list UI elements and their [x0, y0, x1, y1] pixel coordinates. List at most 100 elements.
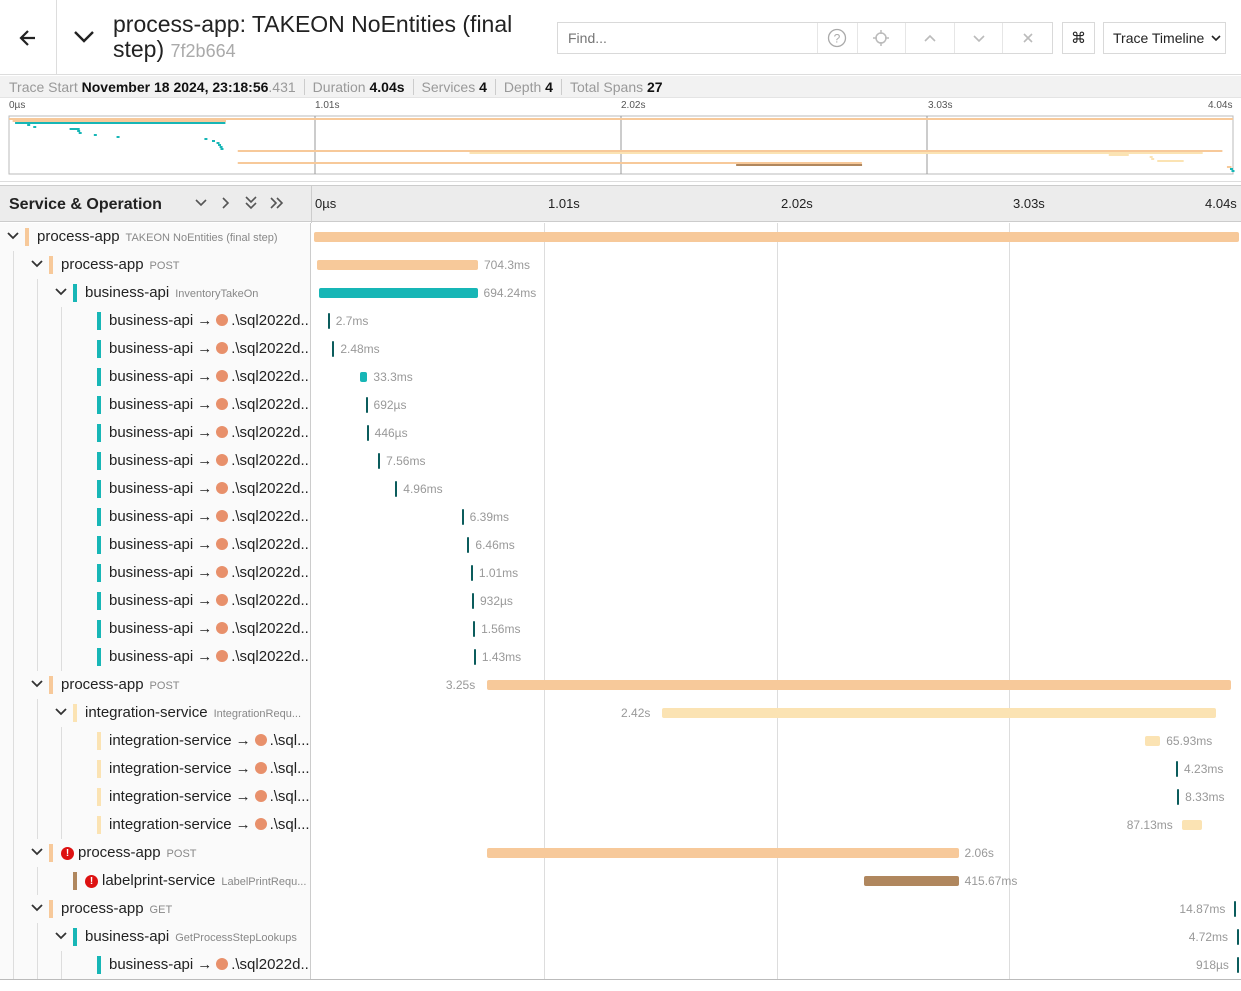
span-row[interactable]: business-api → .\sql2022d... 6.46ms: [0, 531, 1241, 559]
span-row[interactable]: business-api → .\sql2022d... 446µs: [0, 419, 1241, 447]
span-timeline-cell[interactable]: 446µs: [312, 419, 1241, 447]
span-bar[interactable]: [1181, 820, 1202, 830]
chevron-down-icon[interactable]: [30, 901, 44, 915]
chevron-down-icon[interactable]: [30, 257, 44, 271]
span-timeline-cell[interactable]: 918µs: [312, 951, 1241, 979]
span-row[interactable]: process-app TAKEON NoEntities (final step…: [0, 223, 1241, 251]
span-name-cell[interactable]: business-api → .\sql2022d...: [0, 419, 311, 447]
chevron-down-icon[interactable]: [54, 285, 68, 299]
span-name-cell[interactable]: integration-service → .\sql...: [0, 727, 311, 755]
span-name-cell[interactable]: ! labelprint-service LabelPrintRequ...: [0, 867, 311, 895]
span-bar[interactable]: [467, 537, 470, 553]
chevron-down-icon[interactable]: [30, 677, 44, 691]
span-timeline-cell[interactable]: 932µs: [312, 587, 1241, 615]
span-row[interactable]: business-api → .\sql2022d... 1.43ms: [0, 643, 1241, 671]
span-name-cell[interactable]: process-app TAKEON NoEntities (final step…: [0, 223, 311, 251]
span-row[interactable]: business-api → .\sql2022d... 918µs: [0, 951, 1241, 979]
span-name-cell[interactable]: business-api InventoryTakeOn: [0, 279, 311, 307]
span-bar[interactable]: [486, 680, 1231, 690]
span-timeline-cell[interactable]: 6.39ms: [312, 503, 1241, 531]
span-timeline-cell[interactable]: 2.7ms: [312, 307, 1241, 335]
span-timeline-cell[interactable]: 7.56ms: [312, 447, 1241, 475]
span-bar[interactable]: [327, 313, 330, 329]
span-row[interactable]: business-api GetProcessStepLookups 4.72ms: [0, 923, 1241, 951]
column-divider[interactable]: [311, 186, 312, 223]
span-toggle[interactable]: [6, 229, 20, 243]
span-name-cell[interactable]: business-api → .\sql2022d...: [0, 475, 311, 503]
collapse-all-icon[interactable]: [244, 195, 258, 211]
span-name-cell[interactable]: business-api → .\sql2022d...: [0, 363, 311, 391]
span-row[interactable]: business-api → .\sql2022d... 1.56ms: [0, 615, 1241, 643]
span-name-cell[interactable]: business-api → .\sql2022d...: [0, 447, 311, 475]
span-bar[interactable]: [662, 708, 1217, 718]
span-name-cell[interactable]: integration-service → .\sql...: [0, 783, 311, 811]
span-bar[interactable]: [366, 425, 369, 441]
span-row[interactable]: business-api → .\sql2022d... 33.3ms: [0, 363, 1241, 391]
span-timeline-cell[interactable]: 8.33ms: [312, 783, 1241, 811]
span-bar[interactable]: [1176, 761, 1179, 777]
span-bar[interactable]: [318, 288, 478, 298]
chevron-down-icon[interactable]: [30, 845, 44, 859]
find-input[interactable]: [558, 23, 818, 53]
span-row[interactable]: process-app POST 704.3ms: [0, 251, 1241, 279]
span-name-cell[interactable]: business-api → .\sql2022d...: [0, 587, 311, 615]
span-row[interactable]: process-app POST 3.25s: [0, 671, 1241, 699]
span-name-cell[interactable]: process-app POST: [0, 671, 311, 699]
span-timeline-cell[interactable]: 415.67ms: [312, 867, 1241, 895]
span-row[interactable]: business-api → .\sql2022d... 932µs: [0, 587, 1241, 615]
locate-button[interactable]: [858, 23, 907, 53]
span-bar[interactable]: [486, 848, 959, 858]
span-timeline-cell[interactable]: 1.56ms: [312, 615, 1241, 643]
collapse-header-button[interactable]: [72, 24, 96, 48]
span-timeline-cell[interactable]: 6.46ms: [312, 531, 1241, 559]
span-timeline-cell[interactable]: 33.3ms: [312, 363, 1241, 391]
span-row[interactable]: business-api → .\sql2022d... 2.48ms: [0, 335, 1241, 363]
span-name-cell[interactable]: business-api → .\sql2022d...: [0, 531, 311, 559]
span-name-cell[interactable]: integration-service IntegrationRequ...: [0, 699, 311, 727]
expand-all-icon[interactable]: [269, 195, 285, 211]
span-timeline-cell[interactable]: 694.24ms: [312, 279, 1241, 307]
span-bar[interactable]: [378, 453, 381, 469]
span-row[interactable]: ! process-app POST 2.06s: [0, 839, 1241, 867]
span-bar[interactable]: [316, 260, 478, 270]
span-name-cell[interactable]: integration-service → .\sql...: [0, 811, 311, 839]
span-toggle[interactable]: [30, 257, 44, 271]
span-row[interactable]: business-api InventoryTakeOn 694.24ms: [0, 279, 1241, 307]
span-bar[interactable]: [470, 565, 473, 581]
span-bar[interactable]: [314, 232, 1239, 242]
span-row[interactable]: integration-service → .\sql... 4.23ms: [0, 755, 1241, 783]
help-button[interactable]: ?: [818, 23, 858, 53]
span-row[interactable]: integration-service → .\sql... 65.93ms: [0, 727, 1241, 755]
span-timeline-cell[interactable]: 14.87ms: [312, 895, 1241, 923]
span-bar[interactable]: [1177, 789, 1180, 805]
span-bar[interactable]: [473, 649, 476, 665]
span-name-cell[interactable]: business-api → .\sql2022d...: [0, 559, 311, 587]
span-toggle[interactable]: [30, 677, 44, 691]
span-timeline-cell[interactable]: 2.42s: [312, 699, 1241, 727]
view-select[interactable]: Trace Timeline: [1103, 22, 1226, 54]
span-timeline-cell[interactable]: 4.96ms: [312, 475, 1241, 503]
span-bar[interactable]: [365, 397, 368, 413]
span-bar[interactable]: [863, 876, 959, 886]
span-name-cell[interactable]: business-api GetProcessStepLookups: [0, 923, 311, 951]
span-row[interactable]: integration-service → .\sql... 87.13ms: [0, 811, 1241, 839]
span-name-cell[interactable]: process-app GET: [0, 895, 311, 923]
span-bar[interactable]: [1234, 901, 1237, 917]
back-button[interactable]: [0, 0, 57, 75]
span-bar[interactable]: [359, 372, 368, 382]
span-toggle[interactable]: [30, 901, 44, 915]
span-bar[interactable]: [332, 341, 335, 357]
span-name-cell[interactable]: business-api → .\sql2022d...: [0, 951, 311, 979]
chevron-down-icon[interactable]: [54, 705, 68, 719]
span-timeline-cell[interactable]: 1.43ms: [312, 643, 1241, 671]
span-bar[interactable]: [1237, 957, 1239, 973]
span-name-cell[interactable]: business-api → .\sql2022d...: [0, 391, 311, 419]
span-name-cell[interactable]: business-api → .\sql2022d...: [0, 307, 311, 335]
span-name-cell[interactable]: business-api → .\sql2022d...: [0, 503, 311, 531]
span-bar[interactable]: [1145, 736, 1161, 746]
span-row[interactable]: process-app GET 14.87ms: [0, 895, 1241, 923]
span-row[interactable]: business-api → .\sql2022d... 1.01ms: [0, 559, 1241, 587]
span-row[interactable]: business-api → .\sql2022d... 6.39ms: [0, 503, 1241, 531]
next-match-button[interactable]: [955, 23, 1004, 53]
span-bar[interactable]: [471, 593, 474, 609]
